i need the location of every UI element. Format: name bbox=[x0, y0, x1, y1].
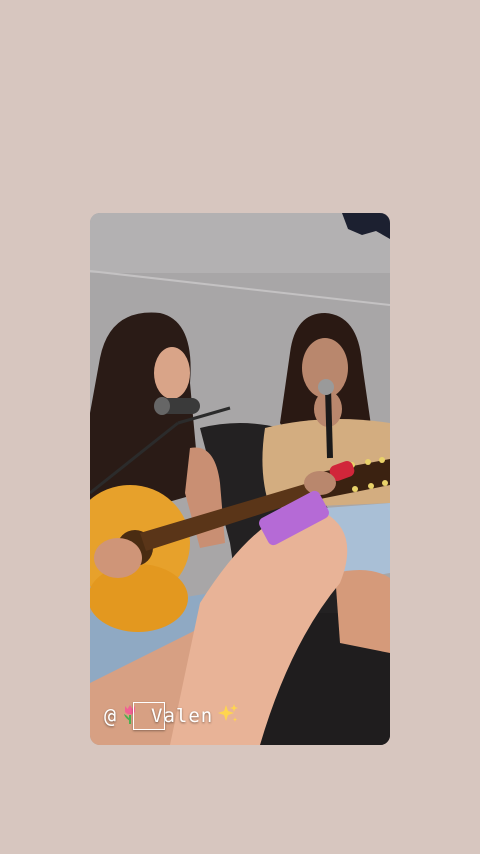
mention-sticker[interactable]: @ Valen bbox=[104, 702, 239, 730]
story-video-frame bbox=[90, 213, 390, 745]
left-person-face bbox=[154, 347, 190, 399]
sparkles-icon bbox=[217, 703, 239, 730]
at-symbol: @ bbox=[104, 704, 118, 728]
right-microphone bbox=[325, 387, 333, 459]
story-video[interactable] bbox=[90, 213, 390, 745]
username-text[interactable]: Valen bbox=[151, 705, 213, 727]
